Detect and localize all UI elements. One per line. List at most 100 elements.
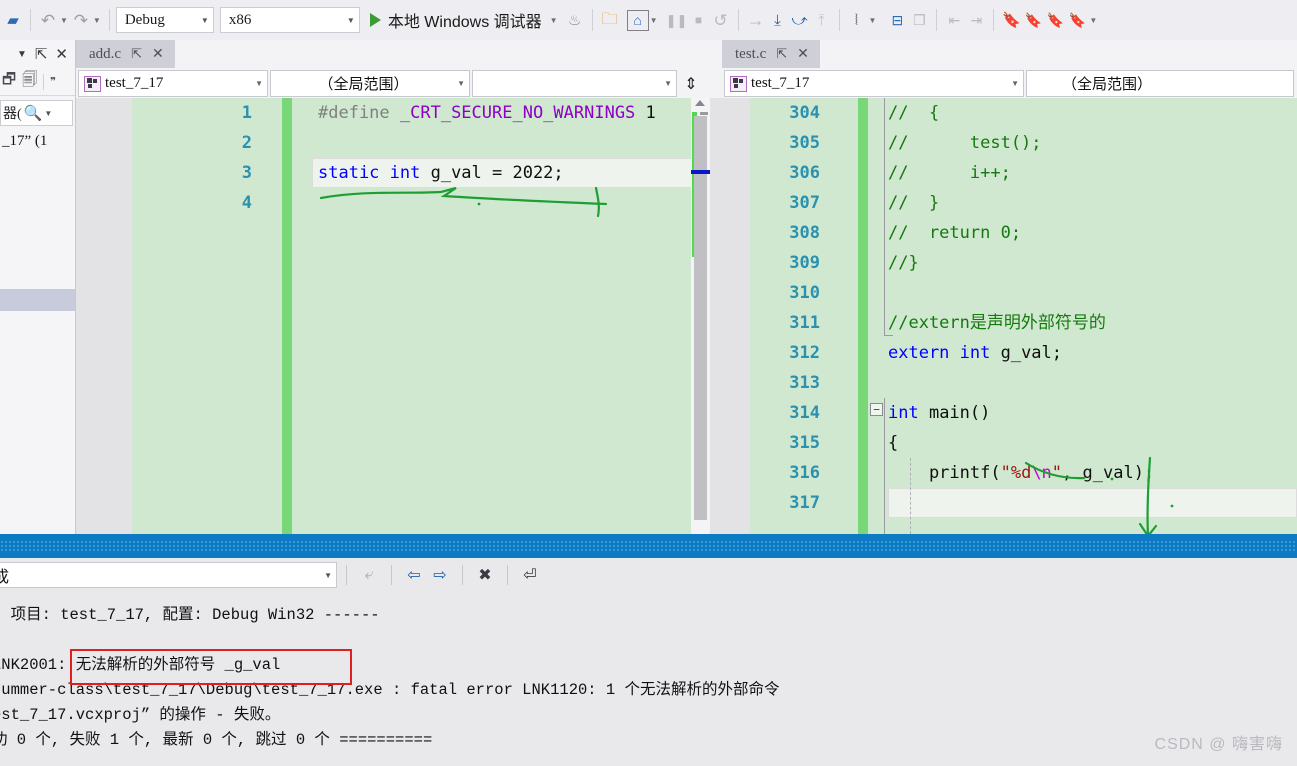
redo-icon[interactable]: ↷ — [70, 7, 92, 33]
split-window-icon[interactable]: ⇕ — [679, 70, 703, 97]
close-tab-icon[interactable]: ✕ — [152, 46, 164, 63]
right-indent-guide — [910, 458, 911, 534]
toggle-bookmark-icon[interactable]: 🔖 — [1000, 7, 1022, 33]
show-all-files-icon[interactable]: 🗐 — [22, 69, 37, 94]
output-source-combo[interactable]: 成 ▼ — [0, 562, 337, 588]
properties-icon[interactable]: ❞ — [50, 75, 56, 88]
horizontal-splitter[interactable] — [0, 534, 1297, 558]
code-token: extern int — [888, 343, 1001, 363]
code-line[interactable]: 304 // { — [722, 98, 1297, 128]
code-line[interactable]: 312 extern int g_val; — [722, 338, 1297, 368]
attach-to-process-icon[interactable]: ⌂ — [626, 9, 649, 31]
code-line[interactable]: 314 int main() — [722, 398, 1297, 428]
save-all-icon[interactable]: ▰ — [2, 7, 24, 33]
code-token: main() — [928, 403, 991, 423]
output-text-area[interactable]: : 项目: test_7_17, 配置: Debug Win32 ------ … — [0, 592, 1297, 766]
line-number: 317 — [789, 493, 820, 513]
close-panel-icon[interactable]: ✕ — [55, 45, 68, 63]
start-debugging-button[interactable]: 本地 Windows 调试器 ▼ — [366, 7, 564, 33]
diagnostic-tools-icon[interactable]: ⦚ — [846, 7, 868, 33]
right-code-editor[interactable]: 304 // {305 // test(); 306 // i++; 307 // } 308… — [722, 98, 1297, 534]
right-scope-combo[interactable]: （全局范围） — [1026, 70, 1294, 97]
code-line[interactable]: 311 //extern是声明外部符号的 — [722, 308, 1297, 338]
left-code-editor[interactable]: 1 #define _CRT_SECURE_NO_WARNINGS 1 2 3 stat… — [76, 98, 722, 534]
right-project-value: test_7_17 — [751, 75, 810, 91]
code-line[interactable]: 4 — [76, 188, 722, 218]
search-solution-input[interactable]: 器( 🔍 ▼ — [0, 100, 73, 126]
collapse-region-icon[interactable]: − — [870, 403, 883, 416]
search-input-text: 器( — [3, 107, 22, 122]
line-text: { — [888, 428, 898, 458]
code-token: #define — [318, 103, 400, 123]
toolbar-divider — [993, 9, 995, 31]
code-line[interactable]: 317 — [722, 488, 1297, 518]
panel-dropdown-icon[interactable]: ▼ — [17, 49, 27, 60]
line-text: // return 0; — [888, 218, 1021, 248]
right-code-lines: 304 // {305 // test(); 306 // i++; 307 // } 308… — [722, 98, 1297, 518]
right-block-guide-line — [884, 98, 885, 336]
line-number: 312 — [789, 343, 820, 363]
close-tab-icon[interactable]: ✕ — [797, 46, 809, 63]
step-over-icon[interactable]: ⤻ — [789, 7, 811, 33]
right-editor-pane: test.c ⇱ ✕ test_7_17 ▼ （全局范围） 304 // {3… — [722, 40, 1297, 534]
diagnostic-dropdown-icon[interactable]: ▼ — [869, 16, 877, 25]
previous-message-icon[interactable]: ⇦ — [401, 563, 427, 587]
scroll-up-arrow-icon[interactable] — [695, 100, 705, 106]
undo-icon[interactable]: ↶ — [37, 7, 59, 33]
redo-dropdown-icon[interactable]: ▼ — [93, 16, 101, 25]
pin-tab-icon[interactable]: ⇱ — [131, 46, 142, 62]
code-line[interactable]: 310 — [722, 278, 1297, 308]
chevron-down-icon: ▼ — [664, 79, 672, 88]
tab-test-c[interactable]: test.c ⇱ ✕ — [722, 40, 820, 68]
solution-explorer-panel: ▼ ⇱ ✕ 🗗 🗐 ❞ 器( 🔍 ▼ _17” (1 — [0, 40, 76, 534]
clear-all-icon[interactable]: ✖ — [472, 563, 498, 587]
toolbar-divider — [838, 9, 840, 31]
code-line[interactable]: 309 //} — [722, 248, 1297, 278]
solution-tree-selected-row[interactable] — [0, 289, 75, 311]
tab-add-c[interactable]: add.c ⇱ ✕ — [76, 40, 175, 68]
code-line[interactable]: 307 // } — [722, 188, 1297, 218]
collapse-all-icon[interactable]: 🗗 — [2, 69, 16, 94]
chevron-down-icon[interactable]: ▼ — [44, 109, 52, 118]
code-line[interactable]: 1 #define _CRT_SECURE_NO_WARNINGS 1 — [76, 98, 722, 128]
auto-hide-pin-icon[interactable]: ⇱ — [35, 45, 48, 63]
go-to-message-icon: ⤶ — [364, 566, 374, 583]
toolbar-divider — [507, 565, 508, 585]
overflow-dropdown-icon[interactable]: ▼ — [1089, 16, 1097, 25]
pin-tab-icon[interactable]: ⇱ — [776, 46, 787, 62]
line-number: 4 — [241, 193, 252, 213]
attach-dropdown-icon[interactable]: ▼ — [650, 16, 658, 25]
right-project-combo[interactable]: test_7_17 ▼ — [724, 70, 1024, 97]
left-member-combo[interactable]: ▼ — [472, 70, 677, 97]
solution-configuration-combo[interactable]: Debug ▼ — [115, 7, 214, 33]
code-line[interactable]: 305 // test(); — [722, 128, 1297, 158]
search-icon[interactable]: 🔍 — [24, 104, 43, 123]
left-vertical-scrollbar[interactable] — [691, 98, 710, 534]
toggle-word-wrap-icon[interactable]: ⏎ — [517, 563, 543, 587]
comment-selection-icon[interactable]: ⊟ — [886, 7, 908, 33]
undo-dropdown-icon[interactable]: ▼ — [60, 16, 68, 25]
solution-platform-combo[interactable]: x86 ▼ — [219, 7, 360, 33]
left-project-combo[interactable]: test_7_17 ▼ — [78, 70, 268, 97]
toolbar-divider — [108, 9, 110, 31]
code-line[interactable]: 316 printf("%d\n", g_val); — [722, 458, 1297, 488]
left-scrollbar-thumb[interactable] — [694, 116, 707, 520]
code-line[interactable]: 2 — [76, 128, 722, 158]
line-number: 305 — [789, 133, 820, 153]
code-line[interactable]: 308 // return 0; — [722, 218, 1297, 248]
code-line[interactable]: 315 { — [722, 428, 1297, 458]
next-message-icon[interactable]: ⇨ — [427, 563, 453, 587]
chevron-down-icon[interactable]: ▼ — [550, 16, 558, 25]
solution-tree-item[interactable]: _17” (1 — [0, 126, 75, 150]
code-line[interactable]: 313 — [722, 368, 1297, 398]
hot-reload-icon[interactable]: ♨ — [564, 7, 586, 33]
chevron-down-icon: ▼ — [346, 15, 355, 25]
code-line[interactable]: 306 // i++; — [722, 158, 1297, 188]
chevron-down-icon: ▼ — [255, 79, 263, 88]
right-tab-strip: test.c ⇱ ✕ — [722, 40, 1297, 68]
error-highlight-box — [70, 649, 352, 685]
left-scope-combo[interactable]: （全局范围） ▼ — [270, 70, 470, 97]
step-into-icon[interactable]: ⤓ — [767, 7, 789, 33]
code-line[interactable]: 3 static int g_val = 2022; — [76, 158, 722, 188]
open-folder-search-icon[interactable]: 🗀 — [599, 7, 621, 33]
